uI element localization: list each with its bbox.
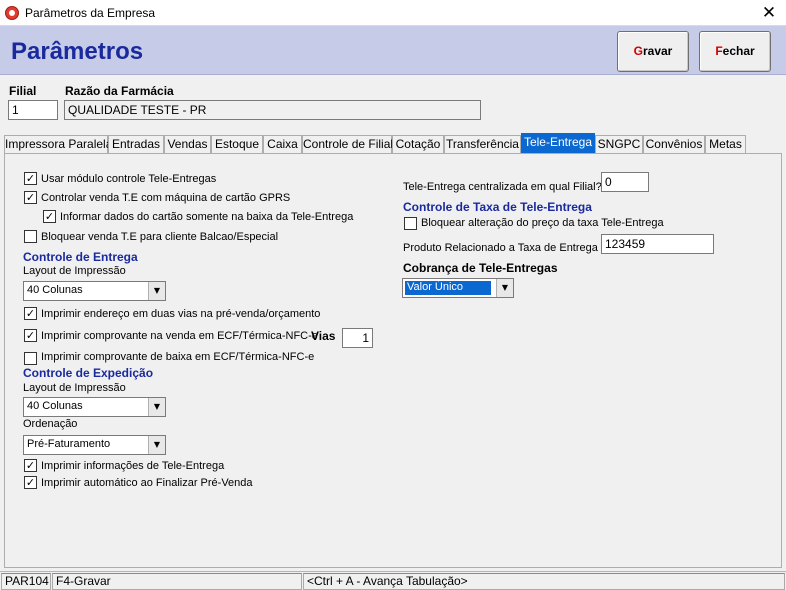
tab-controle-de-filial[interactable]: Controle de Filial	[302, 135, 393, 154]
imprimir-endereco-checkbox[interactable]: ✓	[24, 307, 37, 320]
bloquear-preco-label: Bloquear alteração do preço da taxa Tele…	[421, 217, 664, 229]
tab-bar: Impressora Paralela Entradas Vendas Esto…	[4, 133, 746, 155]
tab-metas[interactable]: Metas	[705, 135, 746, 154]
status-hint: <Ctrl + A - Avança Tabulação>	[303, 573, 785, 590]
ordenacao-label: Ordenação	[23, 418, 78, 430]
centralizada-input[interactable]: 0	[601, 172, 649, 192]
exp-layout-value: 40 Colunas	[27, 400, 83, 412]
bloquear-preco-checkbox[interactable]	[404, 217, 417, 230]
chevron-down-icon[interactable]: ▼	[148, 398, 165, 416]
fechar-button[interactable]: Fechar	[699, 31, 771, 72]
gravar-hotkey: G	[633, 44, 643, 58]
window-title: Parâmetros da Empresa	[25, 6, 156, 20]
imprimir-endereco-label: Imprimir endereço em duas vias na pré-ve…	[41, 308, 321, 320]
filial-input[interactable]: 1	[8, 100, 58, 120]
window-title-bar: Parâmetros da Empresa ✕	[0, 0, 786, 26]
imprimir-info-checkbox[interactable]: ✓	[24, 459, 37, 472]
page-title: Parâmetros	[11, 38, 144, 65]
bloquear-venda-checkbox[interactable]	[24, 230, 37, 243]
imprimir-comprovante-checkbox[interactable]: ✓	[24, 329, 37, 342]
controlar-venda-label: Controlar venda T.E com máquina de cartã…	[41, 192, 291, 204]
tab-transferencia[interactable]: Transferência	[444, 135, 521, 154]
usar-modulo-label: Usar módulo controle Tele-Entregas	[41, 173, 217, 185]
layout-impressao-select[interactable]: 40 Colunas ▼	[23, 281, 166, 301]
fechar-hotkey: F	[715, 44, 723, 58]
controle-expedicao-title: Controle de Expedição	[23, 366, 154, 380]
app-icon	[5, 6, 19, 20]
status-bar: PAR104 F4-Gravar <Ctrl + A - Avança Tabu…	[0, 571, 786, 590]
ordenacao-value: Pré-Faturamento	[27, 438, 111, 450]
layout-impressao-label: Layout de Impressão	[23, 265, 126, 277]
chevron-down-icon[interactable]: ▼	[148, 436, 165, 454]
razao-label: Razão da Farmácia	[65, 84, 174, 98]
gravar-button[interactable]: Gravar	[617, 31, 689, 72]
tab-tele-entrega[interactable]: Tele-Entrega	[521, 133, 595, 155]
vias-label: Vias	[311, 329, 336, 343]
cobranca-select[interactable]: Valor Único ▼	[402, 278, 514, 298]
layout-impressao-value: 40 Colunas	[27, 284, 83, 296]
exp-layout-select[interactable]: 40 Colunas ▼	[23, 397, 166, 417]
usar-modulo-checkbox[interactable]: ✓	[24, 172, 37, 185]
cobranca-title: Cobrança de Tele-Entregas	[403, 261, 558, 275]
gravar-label: ravar	[642, 44, 673, 58]
centralizada-label: Tele-Entrega centralizada em qual Filial…	[403, 181, 602, 193]
close-window-button[interactable]: ✕	[752, 0, 786, 26]
tab-caixa[interactable]: Caixa	[263, 135, 302, 154]
produto-input[interactable]: 123459	[601, 234, 714, 254]
produto-label: Produto Relacionado a Taxa de Entrega	[403, 242, 598, 254]
controlar-venda-checkbox[interactable]: ✓	[24, 191, 37, 204]
tab-convenios[interactable]: Convênios	[643, 135, 705, 154]
tab-cotacao[interactable]: Cotação	[392, 135, 444, 154]
controle-entrega-title: Controle de Entrega	[23, 250, 138, 264]
fechar-label: echar	[722, 44, 755, 58]
header: Parâmetros Gravar Fechar	[0, 26, 786, 75]
tab-vendas[interactable]: Vendas	[164, 135, 211, 154]
filial-label: Filial	[9, 84, 37, 98]
bloquear-venda-label: Bloquear venda T.E para cliente Balcao/E…	[41, 231, 279, 243]
chevron-down-icon[interactable]: ▼	[148, 282, 165, 300]
imprimir-info-label: Imprimir informações de Tele-Entrega	[41, 460, 225, 472]
tab-sngpc[interactable]: SNGPC	[595, 135, 643, 154]
razao-input: QUALIDADE TESTE - PR	[64, 100, 481, 120]
tab-entradas[interactable]: Entradas	[108, 135, 164, 154]
informar-dados-checkbox[interactable]: ✓	[43, 210, 56, 223]
chevron-down-icon[interactable]: ▼	[496, 279, 513, 297]
informar-dados-label: Informar dados do cartão somente na baix…	[60, 211, 354, 223]
exp-layout-label: Layout de Impressão	[23, 382, 126, 394]
status-screen-code: PAR104	[1, 573, 51, 590]
ordenacao-select[interactable]: Pré-Faturamento ▼	[23, 435, 166, 455]
imprimir-auto-label: Imprimir automático ao Finalizar Pré-Ven…	[41, 477, 253, 489]
taxa-title: Controle de Taxa de Tele-Entrega	[403, 200, 592, 214]
status-shortcut: F4-Gravar	[52, 573, 302, 590]
imprimir-auto-checkbox[interactable]: ✓	[24, 476, 37, 489]
cobranca-value: Valor Único	[405, 281, 491, 295]
imprimir-baixa-label: Imprimir comprovante de baixa em ECF/Tér…	[41, 351, 315, 363]
tab-estoque[interactable]: Estoque	[211, 135, 263, 154]
tab-impressora-paralela[interactable]: Impressora Paralela	[4, 135, 112, 154]
imprimir-baixa-checkbox[interactable]	[24, 352, 37, 365]
vias-input[interactable]: 1	[342, 328, 373, 348]
imprimir-comprovante-label: Imprimir comprovante na venda em ECF/Tér…	[41, 330, 318, 342]
